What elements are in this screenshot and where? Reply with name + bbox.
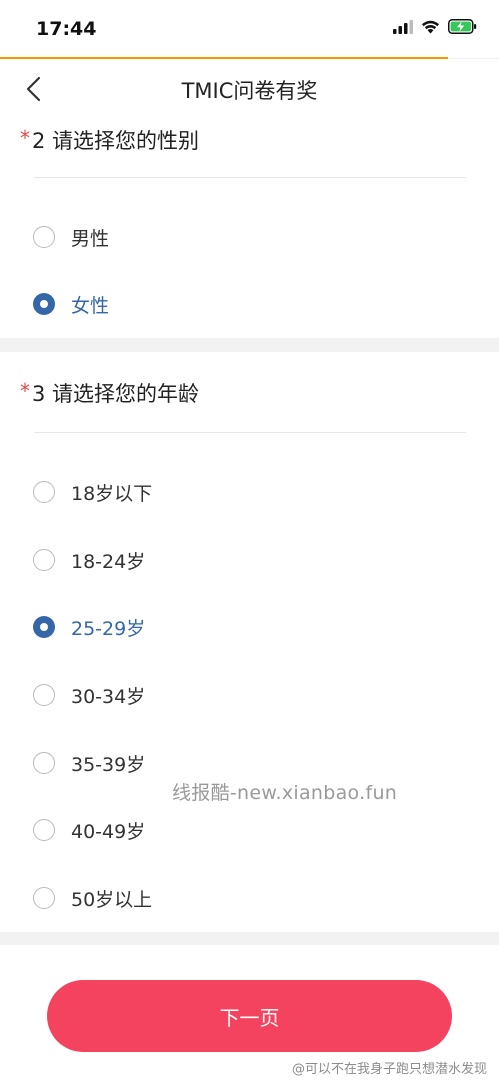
question-title-text: 3 请选择您的年龄 [32, 382, 200, 406]
option-age-40-49[interactable]: 40-49岁 [0, 807, 499, 857]
question-card-gender: *2 请选择您的性别 男性 女性 [0, 119, 499, 338]
next-page-button[interactable]: 下一页 [47, 980, 452, 1052]
option-age-30-34[interactable]: 30-34岁 [0, 672, 499, 722]
wifi-icon [422, 20, 439, 33]
nav-bar: TMIC问卷有奖 [0, 59, 499, 119]
question-title-text: 2 请选择您的性别 [32, 129, 200, 153]
option-male[interactable]: 男性 [0, 214, 499, 264]
page-title: TMIC问卷有奖 [181, 79, 318, 103]
question-card-age: *3 请选择您的年龄 18岁以下 18-24岁 25-29岁 30-34岁 35… [0, 352, 499, 932]
radio-button[interactable] [33, 549, 55, 571]
required-mark: * [20, 379, 30, 403]
option-age-50-plus[interactable]: 50岁以上 [0, 875, 499, 925]
radio-button[interactable] [33, 752, 55, 774]
option-age-18-24[interactable]: 18-24岁 [0, 537, 499, 587]
option-age-under-18[interactable]: 18岁以下 [0, 469, 499, 519]
credit-watermark: @可以不在我身子跑只想潜水发现 [291, 1062, 487, 1077]
status-bar: 17:44 [0, 0, 499, 58]
option-label: 25-29岁 [71, 618, 146, 640]
radio-button-checked[interactable] [33, 293, 55, 315]
option-label: 18-24岁 [71, 551, 146, 573]
radio-button[interactable] [33, 226, 55, 248]
option-label: 50岁以上 [71, 889, 153, 911]
option-label: 35-39岁 [71, 754, 146, 776]
option-label: 40-49岁 [71, 821, 146, 843]
radio-button[interactable] [33, 481, 55, 503]
option-age-25-29[interactable]: 25-29岁 [0, 604, 499, 654]
battery-charging-icon [448, 19, 477, 34]
radio-button[interactable] [33, 684, 55, 706]
radio-button[interactable] [33, 887, 55, 909]
option-female[interactable]: 女性 [0, 281, 499, 331]
watermark-text: 线报酷-new.xianbao.fun [172, 782, 398, 804]
divider [34, 432, 466, 433]
radio-button-checked[interactable] [33, 616, 55, 638]
status-icons [393, 19, 477, 34]
question-title: *3 请选择您的年龄 [20, 378, 199, 408]
option-label: 男性 [71, 228, 110, 250]
question-title: *2 请选择您的性别 [20, 125, 199, 155]
divider [34, 177, 466, 178]
status-time: 17:44 [36, 18, 97, 40]
option-label: 30-34岁 [71, 686, 146, 708]
option-label: 18岁以下 [71, 483, 153, 505]
radio-button[interactable] [33, 819, 55, 841]
required-mark: * [20, 126, 30, 150]
option-label: 女性 [71, 295, 110, 317]
signal-icon [393, 19, 413, 34]
